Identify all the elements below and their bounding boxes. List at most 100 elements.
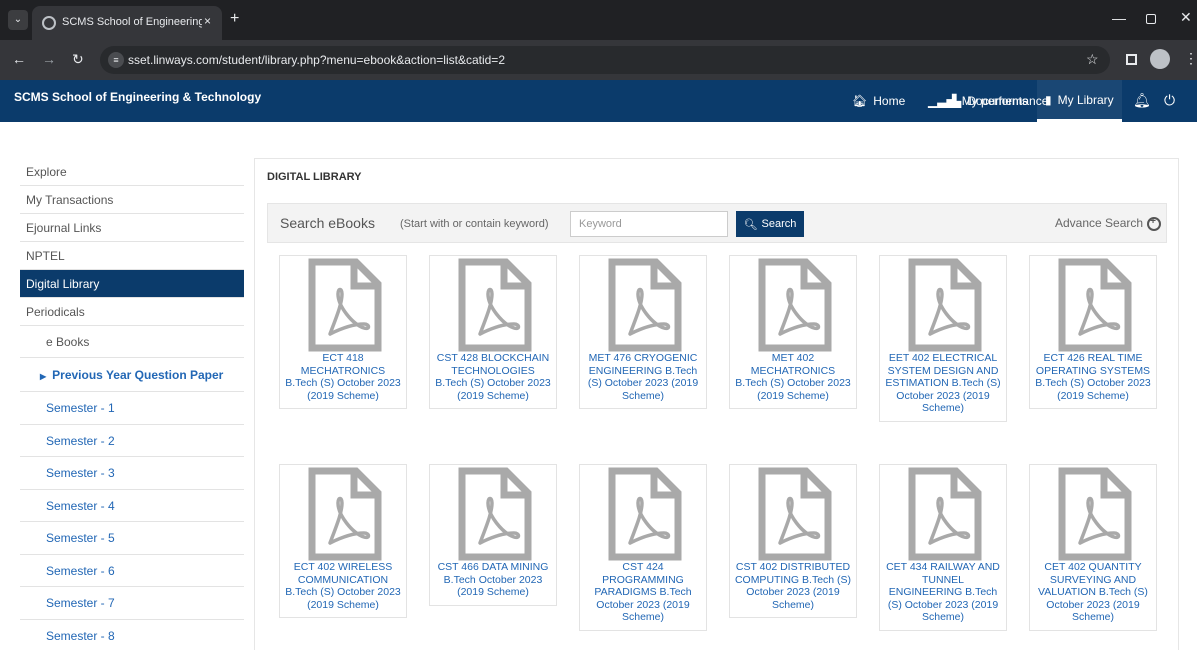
sidebar-item-my-transactions[interactable]: My Transactions <box>20 186 244 214</box>
pdf-file-icon <box>908 467 982 561</box>
search-label: Search eBooks <box>280 215 375 231</box>
nav-documents-label: Documents <box>967 94 1028 108</box>
ebook-card[interactable]: ECT 418 MECHATRONICS B.Tech (S) October … <box>279 255 407 409</box>
document-icon: ▙ <box>952 94 962 108</box>
sidebar-folder-label: Previous Year Question Paper <box>52 368 224 382</box>
ebook-card[interactable]: CET 402 QUANTITY SURVEYING AND VALUATION… <box>1029 464 1157 631</box>
ebook-card[interactable]: ECT 426 REAL TIME OPERATING SYSTEMS B.Te… <box>1029 255 1157 409</box>
advance-search-label: Advance Search <box>1055 216 1144 230</box>
ebook-title[interactable]: CET 402 QUANTITY SURVEYING AND VALUATION… <box>1034 561 1152 624</box>
pdf-file-icon <box>608 258 682 352</box>
sidebar-item-ebooks[interactable]: e Books <box>20 326 244 358</box>
new-tab-icon[interactable]: + <box>230 10 239 28</box>
ebook-title[interactable]: CST 466 DATA MINING B.Tech October 2023 … <box>434 561 552 599</box>
pdf-file-icon <box>758 467 832 561</box>
pdf-file-icon <box>458 467 532 561</box>
caret-right-icon: ▶ <box>40 372 47 381</box>
search-button[interactable]: 🔍︎ Search <box>736 211 804 237</box>
ebook-title[interactable]: CST 424 PROGRAMMING PARADIGMS B.Tech Oct… <box>584 561 702 624</box>
pdf-file-icon <box>1058 467 1132 561</box>
tab-close-icon[interactable]: × <box>204 14 211 28</box>
sidebar-folder-previous-year[interactable]: ▶ Previous Year Question Paper <box>20 358 244 392</box>
zoom-plus-icon <box>1147 216 1162 231</box>
window-close-icon[interactable]: ✕ <box>1180 9 1192 26</box>
digital-library-panel: DIGITAL LIBRARY Search eBooks (Start wit… <box>254 158 1179 650</box>
sidebar-item-explore[interactable]: Explore <box>20 158 244 186</box>
ebook-title[interactable]: MET 402 MECHATRONICS B.Tech (S) October … <box>734 352 852 402</box>
sidebar-item-ejournal-links[interactable]: Ejournal Links <box>20 214 244 242</box>
site-info-icon[interactable]: ≡ <box>108 52 124 68</box>
sidebar-item-periodicals[interactable]: Periodicals <box>20 298 244 326</box>
search-hint: (Start with or contain keyword) <box>400 218 549 230</box>
advance-search-link[interactable]: Advance Search <box>1055 216 1162 231</box>
pdf-file-icon <box>458 258 532 352</box>
browser-tab[interactable]: SCMS School of Engineering & × <box>32 6 222 40</box>
url-bar[interactable]: ≡ sset.linways.com/student/library.php?m… <box>100 46 1110 74</box>
pdf-file-icon <box>608 467 682 561</box>
reload-icon[interactable]: ↻ <box>72 51 84 68</box>
window-maximize-icon[interactable] <box>1146 14 1156 24</box>
profile-avatar-icon[interactable] <box>1150 49 1170 69</box>
nav-home[interactable]: 🏠︎ Home <box>852 80 905 122</box>
library-sidebar: Explore My Transactions Ejournal Links N… <box>20 158 244 650</box>
ebook-title[interactable]: MET 476 CRYOGENIC ENGINEERING B.Tech (S)… <box>584 352 702 402</box>
ebook-card[interactable]: MET 402 MECHATRONICS B.Tech (S) October … <box>729 255 857 409</box>
nav-documents-wrap[interactable]: ▙ Documents <box>952 80 1028 122</box>
search-bar: Search eBooks (Start with or contain key… <box>267 203 1167 243</box>
url-text[interactable]: sset.linways.com/student/library.php?men… <box>128 53 505 67</box>
bookmark-star-icon[interactable]: ☆ <box>1086 51 1099 68</box>
ebook-title[interactable]: CET 434 RAILWAY AND TUNNEL ENGINEERING B… <box>884 561 1002 624</box>
sidebar-item-digital-library[interactable]: Digital Library <box>20 270 244 298</box>
ebook-card[interactable]: EET 402 ELECTRICAL SYSTEM DESIGN AND EST… <box>879 255 1007 422</box>
sidebar-semester-8[interactable]: Semester - 8 <box>20 620 244 650</box>
ebook-card[interactable]: MET 476 CRYOGENIC ENGINEERING B.Tech (S)… <box>579 255 707 409</box>
tab-favicon-icon <box>42 16 56 30</box>
keyword-input[interactable] <box>570 211 728 237</box>
back-arrow-icon[interactable]: ← <box>12 51 26 67</box>
side-panel-icon[interactable] <box>1126 54 1137 65</box>
nav-home-label: Home <box>873 94 906 108</box>
tab-search-icon[interactable]: ⌄ <box>8 10 28 30</box>
power-icon[interactable]: ⏻ <box>1164 92 1175 109</box>
pdf-file-icon <box>758 258 832 352</box>
sidebar-semester-6[interactable]: Semester - 6 <box>20 555 244 587</box>
ebook-title[interactable]: ECT 418 MECHATRONICS B.Tech (S) October … <box>284 352 402 402</box>
sidebar-semester-5[interactable]: Semester - 5 <box>20 522 244 555</box>
brand-title[interactable]: SCMS School of Engineering & Technology <box>14 90 261 104</box>
app-header: SCMS School of Engineering & Technology … <box>0 80 1197 122</box>
search-icon: 🔍︎ <box>743 218 758 231</box>
nav-my-library[interactable]: ▮ My Library <box>1037 80 1122 122</box>
ebook-title[interactable]: CST 428 BLOCKCHAIN TECHNOLOGIES B.Tech (… <box>434 352 552 402</box>
ebook-title[interactable]: EET 402 ELECTRICAL SYSTEM DESIGN AND EST… <box>884 352 1002 415</box>
pdf-file-icon <box>308 467 382 561</box>
window-minimize-icon[interactable]: — <box>1112 10 1126 26</box>
ebook-card[interactable]: CST 424 PROGRAMMING PARADIGMS B.Tech Oct… <box>579 464 707 631</box>
sidebar-semester-1[interactable]: Semester - 1 <box>20 392 244 425</box>
browser-menu-icon[interactable]: ⋮ <box>1184 50 1197 67</box>
sidebar-item-nptel[interactable]: NPTEL <box>20 242 244 270</box>
page-title: DIGITAL LIBRARY <box>267 171 362 183</box>
sidebar-semester-4[interactable]: Semester - 4 <box>20 490 244 522</box>
ebook-title[interactable]: CST 402 DISTRIBUTED COMPUTING B.Tech (S)… <box>734 561 852 611</box>
ebook-card[interactable]: CST 402 DISTRIBUTED COMPUTING B.Tech (S)… <box>729 464 857 618</box>
search-button-label: Search <box>761 218 797 230</box>
home-icon: 🏠︎ <box>852 94 868 108</box>
nav-my-library-label: My Library <box>1057 92 1114 107</box>
ebook-title[interactable]: ECT 426 REAL TIME OPERATING SYSTEMS B.Te… <box>1034 352 1152 402</box>
ebook-card[interactable]: ECT 402 WIRELESS COMMUNICATION B.Tech (S… <box>279 464 407 618</box>
sidebar-semester-3[interactable]: Semester - 3 <box>20 457 244 490</box>
browser-address-bar: ← → ↻ ≡ sset.linways.com/student/library… <box>0 40 1197 80</box>
ebook-card[interactable]: CET 434 RAILWAY AND TUNNEL ENGINEERING B… <box>879 464 1007 631</box>
ebook-card[interactable]: CST 466 DATA MINING B.Tech October 2023 … <box>429 464 557 606</box>
ebook-card[interactable]: CST 428 BLOCKCHAIN TECHNOLOGIES B.Tech (… <box>429 255 557 409</box>
sidebar-semester-2[interactable]: Semester - 2 <box>20 425 244 457</box>
sidebar-semester-7[interactable]: Semester - 7 <box>20 587 244 620</box>
book-icon: ▮ <box>1045 92 1052 107</box>
forward-arrow-icon[interactable]: → <box>42 51 56 67</box>
pdf-file-icon <box>1058 258 1132 352</box>
ebook-title[interactable]: ECT 402 WIRELESS COMMUNICATION B.Tech (S… <box>284 561 402 611</box>
tab-title: SCMS School of Engineering & <box>62 16 202 28</box>
bell-icon[interactable]: 🔔︎ <box>1133 92 1151 109</box>
pdf-file-icon <box>308 258 382 352</box>
pdf-file-icon <box>908 258 982 352</box>
